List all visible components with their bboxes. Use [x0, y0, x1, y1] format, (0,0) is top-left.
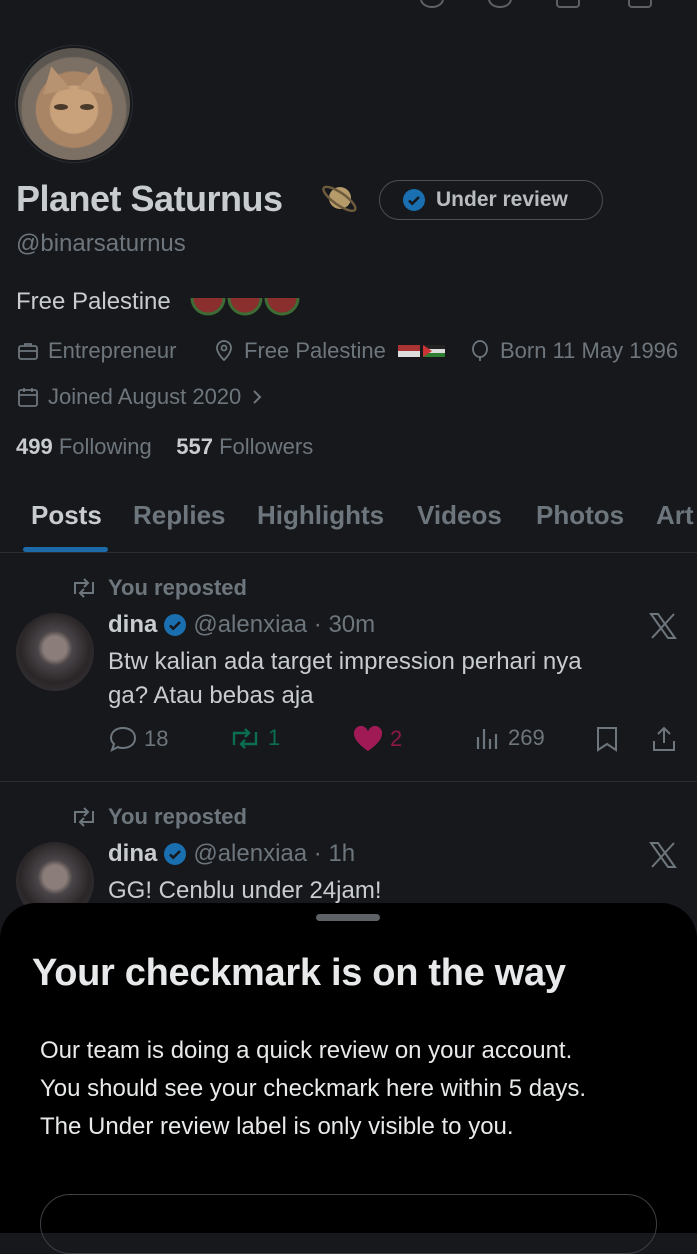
calendar-icon [18, 388, 38, 407]
post-item[interactable]: You reposted dina @alenxiaa · 30m Btw ka… [0, 553, 697, 781]
profile-tabs: Posts Replies Highlights Videos Photos A… [0, 490, 697, 553]
author-name: dina [108, 840, 158, 867]
post-author[interactable]: dina @alenxiaa · 1h [108, 840, 355, 868]
tab-photos[interactable]: Photos [536, 500, 624, 531]
birthday-label: Born 11 May 1996 [500, 338, 679, 363]
repost-label: You reposted [108, 804, 247, 829]
meta-birthday: Born 11 May 1996 [468, 338, 678, 364]
notification-icon[interactable] [556, 0, 580, 8]
meta-location: Free Palestine [212, 338, 445, 364]
sheet-title: Your checkmark is on the way [32, 952, 566, 994]
chevron-right-icon [253, 390, 262, 404]
repost-indicator: You reposted [70, 575, 247, 601]
search-icon[interactable] [488, 0, 512, 8]
author-name: dina [108, 611, 158, 638]
under-review-badge[interactable]: Under review [379, 180, 603, 220]
sheet-action-button[interactable] [40, 1194, 657, 1254]
under-review-label: Under review [436, 188, 568, 211]
verified-check-icon [164, 614, 187, 636]
sheet-body: Our team is doing a quick review on your… [40, 1037, 587, 1140]
meta-joined[interactable]: Joined August 2020 [16, 384, 265, 410]
share-button[interactable] [650, 725, 678, 753]
repost-icon [74, 807, 94, 827]
profile-handle: @binarsaturnus [16, 230, 186, 257]
repost-button[interactable]: 1 [228, 725, 280, 751]
following-link[interactable]: 499 Following [16, 434, 152, 459]
followers-link[interactable]: 557 Followers [176, 434, 313, 459]
profile-avatar[interactable] [16, 46, 132, 162]
tab-highlights[interactable]: Highlights [257, 500, 384, 531]
share-icon[interactable] [628, 0, 652, 8]
verified-check-icon [164, 843, 187, 865]
author-handle-time: @alenxiaa · 1h [193, 840, 356, 867]
x-logo-icon [649, 842, 677, 868]
location-label: Free Palestine [244, 338, 386, 363]
sheet-grab-handle[interactable] [316, 914, 380, 921]
tab-videos[interactable]: Videos [417, 500, 502, 531]
flag-icons [397, 345, 445, 357]
repost-icon [232, 728, 258, 749]
profile-name: Planet Saturnus [16, 178, 283, 219]
post-text: Btw kalian ada target impression perhari… [108, 648, 582, 709]
watermelon-icons [190, 297, 300, 316]
post-author[interactable]: dina @alenxiaa · 30m [108, 611, 375, 639]
like-button[interactable]: 2 [352, 725, 402, 753]
tab-replies[interactable]: Replies [133, 500, 226, 531]
verified-check-icon [403, 189, 425, 211]
job-label: Entrepreneur [48, 338, 177, 363]
meta-job: Entrepreneur [16, 338, 176, 364]
post-actions: 18 1 2 269 [108, 725, 688, 761]
joined-label: Joined August 2020 [48, 384, 242, 409]
views-button[interactable]: 269 [474, 725, 545, 751]
repost-icon [74, 578, 94, 598]
location-pin-icon [216, 340, 232, 362]
tab-posts[interactable]: Posts [31, 500, 102, 531]
share-icon [653, 726, 675, 751]
active-tab-indicator [23, 547, 108, 552]
x-logo-icon [649, 613, 677, 639]
reply-button[interactable]: 18 [108, 725, 168, 753]
heart-icon [353, 725, 383, 751]
briefcase-icon [18, 343, 38, 360]
repost-indicator: You reposted [70, 804, 247, 830]
balloon-icon [472, 340, 488, 361]
more-icon[interactable] [420, 0, 444, 8]
ringed-planet-icon [322, 185, 357, 213]
tab-art[interactable]: Art [656, 500, 694, 531]
profile-bio: Free Palestine [16, 288, 171, 315]
analytics-icon [476, 729, 498, 749]
author-handle-time: @alenxiaa · 30m [193, 611, 376, 638]
bookmark-icon [597, 727, 617, 752]
post-item[interactable]: You reposted dina @alenxiaa · 1h GG! Cen… [0, 782, 697, 920]
author-avatar[interactable] [16, 613, 94, 691]
bookmark-button[interactable] [594, 725, 620, 753]
repost-label: You reposted [108, 575, 247, 600]
top-bar [0, 0, 697, 14]
follow-stats: 499 Following 557 Followers [16, 434, 313, 460]
reply-icon [109, 726, 137, 752]
